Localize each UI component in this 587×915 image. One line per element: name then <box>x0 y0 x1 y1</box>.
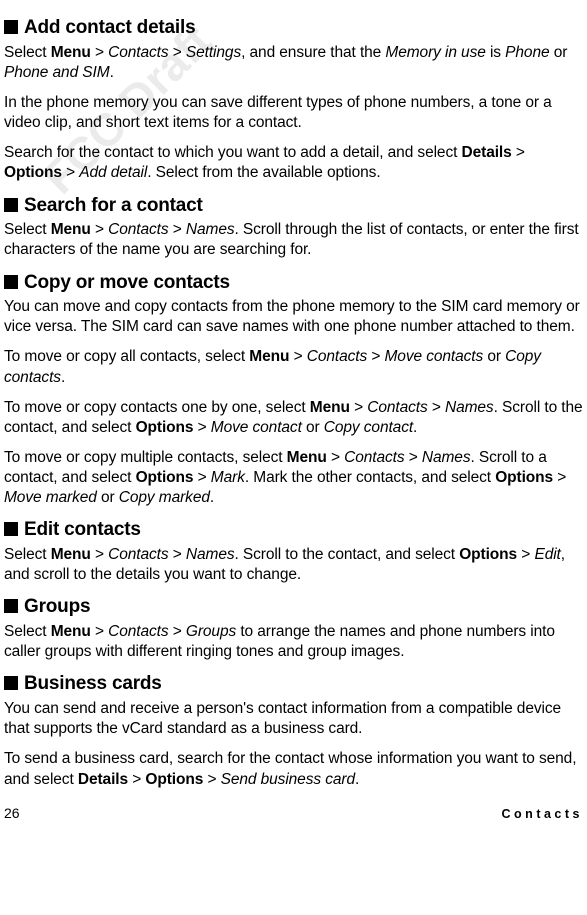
heading-edit-contacts: Edit contacts <box>4 518 583 543</box>
square-bullet-icon <box>4 198 18 212</box>
heading-text: Search for a contact <box>24 195 203 216</box>
paragraph: To move or copy all contacts, select Men… <box>4 347 583 387</box>
heading-text: Add contact details <box>24 17 195 38</box>
heading-business-cards: Business cards <box>4 672 583 697</box>
page-content: Add contact details Select Menu > Contac… <box>4 16 583 822</box>
paragraph: Select Menu > Contacts > Names. Scroll t… <box>4 545 583 585</box>
square-bullet-icon <box>4 676 18 690</box>
paragraph: To move or copy multiple contacts, selec… <box>4 448 583 508</box>
page-footer: 26 Contacts <box>4 804 583 822</box>
paragraph: Select Menu > Contacts > Settings, and e… <box>4 43 583 83</box>
square-bullet-icon <box>4 599 18 613</box>
heading-copy-move: Copy or move contacts <box>4 271 583 296</box>
paragraph: To move or copy contacts one by one, sel… <box>4 398 583 438</box>
paragraph: Search for the contact to which you want… <box>4 143 583 183</box>
paragraph: You can send and receive a person's cont… <box>4 699 583 739</box>
heading-text: Copy or move contacts <box>24 272 230 293</box>
paragraph: Select Menu > Contacts > Names. Scroll t… <box>4 220 583 260</box>
square-bullet-icon <box>4 522 18 536</box>
heading-text: Business cards <box>24 673 162 694</box>
heading-groups: Groups <box>4 595 583 620</box>
paragraph: Select Menu > Contacts > Groups to arran… <box>4 622 583 662</box>
footer-section-name: Contacts <box>502 806 583 822</box>
heading-add-contact-details: Add contact details <box>4 16 583 41</box>
square-bullet-icon <box>4 275 18 289</box>
paragraph: In the phone memory you can save differe… <box>4 93 583 133</box>
heading-search-contact: Search for a contact <box>4 194 583 219</box>
square-bullet-icon <box>4 20 18 34</box>
heading-text: Edit contacts <box>24 519 141 540</box>
heading-text: Groups <box>24 596 90 617</box>
paragraph: To send a business card, search for the … <box>4 749 583 789</box>
paragraph: You can move and copy contacts from the … <box>4 297 583 337</box>
page-number: 26 <box>4 804 20 822</box>
